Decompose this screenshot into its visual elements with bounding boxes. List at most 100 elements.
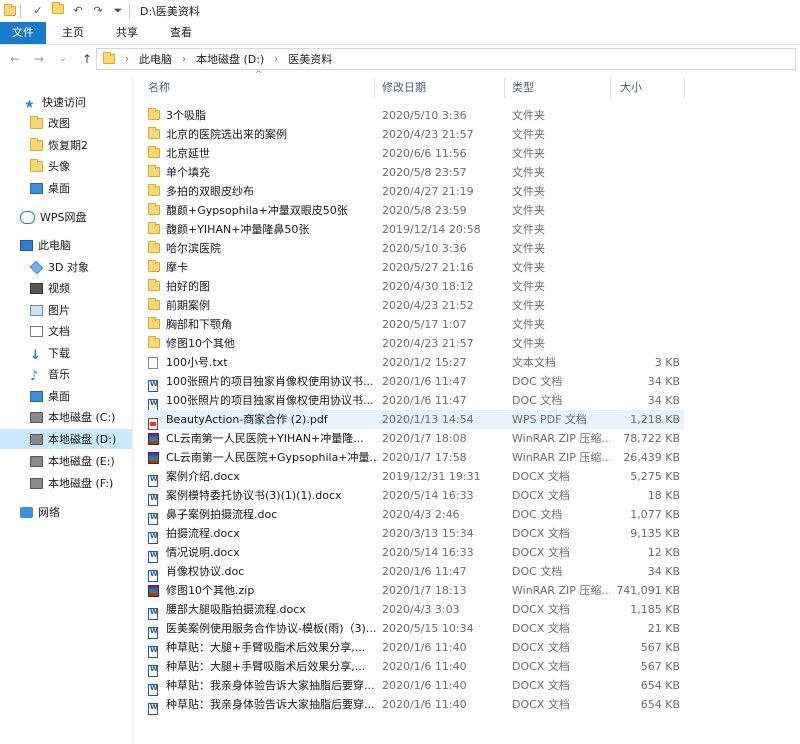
file-row[interactable]: 种草贴：大腿+手臂吸脂术后效果分享,... 2020/1/6 11:40 DOCX …: [144, 638, 684, 658]
file-name: 种草贴：我亲身体验告诉大家抽脂后要穿...: [166, 698, 375, 711]
file-type: WinRAR ZIP 压缩...: [512, 584, 610, 597]
sidebar-item[interactable]: WPS网盘: [0, 207, 132, 227]
file-row[interactable]: 100张照片的项目独家肖像权使用协议书... 2020/1/6 11:47 DOC …: [144, 372, 684, 392]
chevron-right-icon[interactable]: ›: [125, 54, 129, 65]
sidebar-item[interactable]: 头像: [0, 156, 132, 176]
column-divider[interactable]: [684, 78, 685, 98]
file-size: 567 KB: [640, 641, 680, 654]
tab-file[interactable]: 文件: [0, 22, 46, 44]
sidebar-item[interactable]: 视频: [0, 278, 132, 298]
column-header-date[interactable]: 修改日期: [382, 76, 426, 100]
sidebar-item[interactable]: ↓ 下载: [0, 343, 132, 363]
file-row[interactable]: 腰部大腿吸脂拍摄流程.docx 2020/4/3 3:03 DOCX 文档 1,185…: [144, 600, 684, 620]
file-modified-date: 2020/4/23 21:57: [382, 337, 474, 350]
sidebar-item[interactable]: 图片: [0, 300, 132, 320]
back-icon[interactable]: ←: [6, 52, 24, 66]
column-header-type[interactable]: 类型: [512, 76, 534, 100]
computer-icon: [20, 239, 33, 251]
folder-icon: [148, 203, 160, 215]
file-row[interactable]: 医美案例使用服务合作协议-模板(雨)（3)... 2020/5/15 10:34 D…: [144, 619, 684, 639]
file-row[interactable]: 馥颜+Gypsophila+冲量双眼皮50张 2020/5/8 23:59 文件夹: [144, 201, 684, 220]
tab-view[interactable]: 查看: [154, 22, 208, 44]
file-row[interactable]: 北京延世 2020/6/6 11:56 文件夹: [144, 144, 684, 163]
file-row[interactable]: CL云南第一人民医院+Gypsophila+冲量... 2020/1/7 17:5…: [144, 448, 684, 467]
sidebar-item[interactable]: 恢复期2: [0, 135, 132, 155]
file-row[interactable]: 单个填充 2020/5/8 23:57 文件夹: [144, 163, 684, 182]
sidebar-item[interactable]: ★ 快速访问: [0, 92, 132, 112]
file-row[interactable]: 拍摄流程.docx 2020/3/13 15:34 DOCX 文档 9,135 KB: [144, 524, 684, 544]
column-header-size[interactable]: 大小: [620, 76, 642, 100]
file-name: CL云南第一人民医院+YIHAN+冲量隆...: [166, 432, 364, 445]
file-name: 北京延世: [166, 147, 210, 160]
properties-icon[interactable]: ✓: [31, 4, 45, 18]
file-modified-date: 2020/1/7 17:58: [382, 451, 467, 464]
sidebar-item[interactable]: 文档: [0, 321, 132, 341]
file-type: 文件夹: [512, 223, 545, 236]
sidebar-item[interactable]: 本地磁盘 (F:): [0, 473, 132, 493]
file-row[interactable]: 肖像权协议.doc 2020/1/6 11:47 DOC 文档 34 KB: [144, 562, 684, 582]
sidebar-item[interactable]: 网络: [0, 502, 132, 522]
file-row[interactable]: 多拍的双眼皮纱布 2020/4/27 21:19 文件夹: [144, 182, 684, 201]
file-row[interactable]: 前期案例 2020/4/23 21:52 文件夹: [144, 296, 684, 315]
file-row[interactable]: 胸部和下颚角 2020/5/17 1:07 文件夹: [144, 315, 684, 334]
file-row[interactable]: 100张照片的项目独家肖像权使用协议书... 2020/1/6 11:47 DOC …: [144, 391, 684, 411]
up-icon[interactable]: ↑: [78, 52, 96, 66]
file-row[interactable]: 修图10个其他 2020/4/23 21:57 文件夹: [144, 334, 684, 353]
column-divider[interactable]: [374, 78, 375, 98]
file-row[interactable]: BeautyAction-商家合作 (2).pdf 2020/1/13 14:54…: [144, 410, 684, 430]
file-type: DOCX 文档: [512, 470, 570, 483]
column-divider[interactable]: [610, 78, 611, 98]
sidebar-item-label: 视频: [48, 282, 70, 295]
word-document-icon: [148, 550, 158, 563]
file-row[interactable]: 种草贴：大腿+手臂吸脂术后效果分享,... 2020/1/6 11:40 DOCX …: [144, 657, 684, 677]
file-type: 文件夹: [512, 261, 545, 274]
file-row[interactable]: 鼻子案例拍摄流程.doc 2020/4/3 2:46 DOC 文档 1,077 KB: [144, 505, 684, 525]
file-name: 100张照片的项目独家肖像权使用协议书...: [166, 394, 374, 407]
file-row[interactable]: 北京的医院选出来的案例 2020/4/23 21:57 文件夹: [144, 125, 684, 144]
chevron-right-icon[interactable]: ›: [182, 54, 186, 65]
sidebar-item[interactable]: 改图: [0, 113, 132, 133]
breadcrumb-this-pc[interactable]: 此电脑: [139, 51, 172, 67]
forward-icon[interactable]: →: [30, 52, 48, 66]
file-row[interactable]: CL云南第一人民医院+YIHAN+冲量隆... 2020/1/7 18:08 Win…: [144, 429, 684, 448]
file-row[interactable]: 100小号.txt 2020/1/2 15:27 文本文档 3 KB: [144, 353, 684, 372]
column-divider[interactable]: [504, 78, 505, 98]
sidebar-item[interactable]: ♪ 音乐: [0, 364, 132, 384]
chevron-right-icon[interactable]: ›: [274, 54, 278, 65]
sidebar-item[interactable]: 桌面: [0, 178, 132, 198]
new-folder-icon[interactable]: [51, 2, 65, 18]
sidebar-item[interactable]: 桌面: [0, 386, 132, 406]
tab-home[interactable]: 主页: [46, 22, 100, 44]
sidebar-item[interactable]: 本地磁盘 (D:): [0, 429, 132, 449]
file-row[interactable]: 摩卡 2020/5/27 21:16 文件夹: [144, 258, 684, 277]
file-row[interactable]: 案例介绍.docx 2019/12/31 19:31 DOCX 文档 5,275 KB: [144, 467, 684, 487]
sidebar-item[interactable]: 此电脑: [0, 235, 132, 255]
file-row[interactable]: 修图10个其他.zip 2020/1/7 18:13 WinRAR ZIP 压缩..…: [144, 581, 684, 600]
file-size: 78,722 KB: [623, 432, 680, 445]
file-row[interactable]: 种草贴：我亲身体验告诉大家抽脂后要穿... 2020/1/6 11:40 DOCX …: [144, 695, 684, 715]
file-row[interactable]: 拍好的图 2020/4/30 18:12 文件夹: [144, 277, 684, 296]
sidebar-item[interactable]: 本地磁盘 (E:): [0, 451, 132, 471]
file-row[interactable]: 种草贴：我亲身体验告诉大家抽脂后要穿... 2020/1/6 11:40 DOCX …: [144, 676, 684, 696]
breadcrumb-current-folder[interactable]: 医美资料: [288, 51, 332, 67]
recent-locations-icon[interactable]: ⌄: [54, 54, 72, 64]
file-row[interactable]: 3个吸脂 2020/5/10 3:36 文件夹: [144, 106, 684, 125]
customize-toolbar-icon[interactable]: ⏷: [111, 4, 125, 18]
address-bar[interactable]: › 此电脑 › 本地磁盘 (D:) › 医美资料: [96, 48, 796, 70]
file-row[interactable]: 馥颜+YIHAN+冲量隆鼻50张 2019/12/14 20:58 文件夹: [144, 220, 684, 239]
file-row[interactable]: 哈尔滨医院 2020/5/10 3:36 文件夹: [144, 239, 684, 258]
folder-icon: [148, 222, 160, 234]
column-header-name[interactable]: 名称: [148, 76, 170, 100]
sidebar-item[interactable]: 本地磁盘 (C:): [0, 407, 132, 427]
sidebar-item[interactable]: 3D 对象: [0, 257, 132, 277]
zip-archive-icon: [148, 452, 159, 464]
redo-icon[interactable]: ↷: [91, 4, 105, 18]
tab-share[interactable]: 共享: [100, 22, 154, 44]
file-row[interactable]: 案例模特委托协议书(3)(1)(1).docx 2020/5/14 16:33 DO…: [144, 486, 684, 506]
breadcrumb-drive-d[interactable]: 本地磁盘 (D:): [196, 51, 264, 67]
file-size: 567 KB: [640, 660, 680, 673]
sidebar-item-label: 快速访问: [42, 96, 86, 109]
undo-icon[interactable]: ↶: [71, 4, 85, 18]
word-document-icon: [148, 626, 158, 639]
file-row[interactable]: 情况说明.docx 2020/5/14 16:33 DOCX 文档 12 KB: [144, 543, 684, 563]
